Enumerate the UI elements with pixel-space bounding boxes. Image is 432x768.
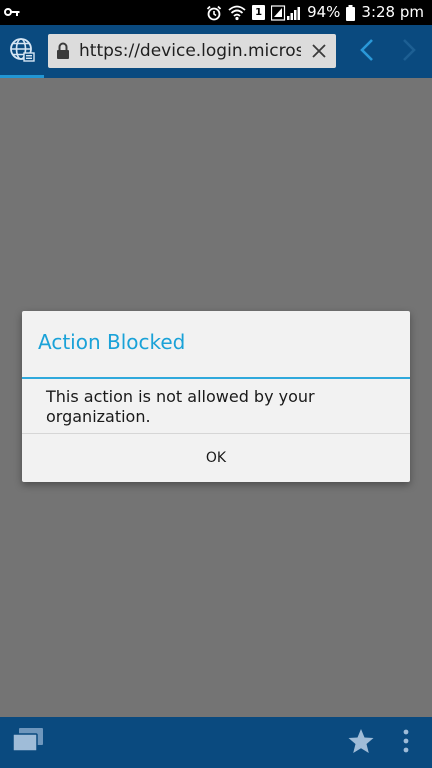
wifi-icon [228,5,246,21]
ok-button[interactable]: OK [22,434,410,482]
bottom-toolbar [0,717,432,768]
status-icons: 1 94% 3:28 pm [206,0,424,25]
lock-icon [56,42,70,60]
forward-button[interactable] [389,25,429,78]
tabs-icon [10,726,46,758]
url-text[interactable]: https://device.login.microsof [79,41,301,61]
signal-icon [271,4,301,21]
dialog-title: Action Blocked [38,330,186,354]
overflow-menu-icon [402,728,410,758]
tabs-button[interactable] [8,725,48,759]
dialog-title-divider [22,377,410,379]
globe-active-indicator [0,75,44,78]
clock: 3:28 pm [361,3,424,21]
status-bar: 1 94% 3:28 pm [0,0,432,25]
overflow-menu-button[interactable] [393,725,419,761]
url-bar[interactable]: https://device.login.microsof [48,34,336,68]
star-icon [347,727,375,759]
battery-percent: 94% [307,3,341,21]
action-blocked-dialog: Action Blocked This action is not allowe… [22,311,410,482]
sim-icon: 1 [252,5,266,20]
alarm-icon [206,5,222,21]
favorite-button[interactable] [343,725,379,761]
sim-badge: 1 [255,6,263,18]
browser-toolbar: https://device.login.microsof [0,25,432,78]
back-icon [359,38,375,66]
globe-button[interactable] [0,25,44,78]
forward-icon [401,38,417,66]
clear-icon[interactable] [308,40,330,62]
back-button[interactable] [347,25,387,78]
key-icon [4,4,20,20]
globe-icon [9,37,35,67]
battery-icon [346,4,356,21]
screen: 1 94% 3:28 pm https://device.login.micro… [0,0,432,768]
dialog-message: This action is not allowed by your organ… [46,387,315,426]
